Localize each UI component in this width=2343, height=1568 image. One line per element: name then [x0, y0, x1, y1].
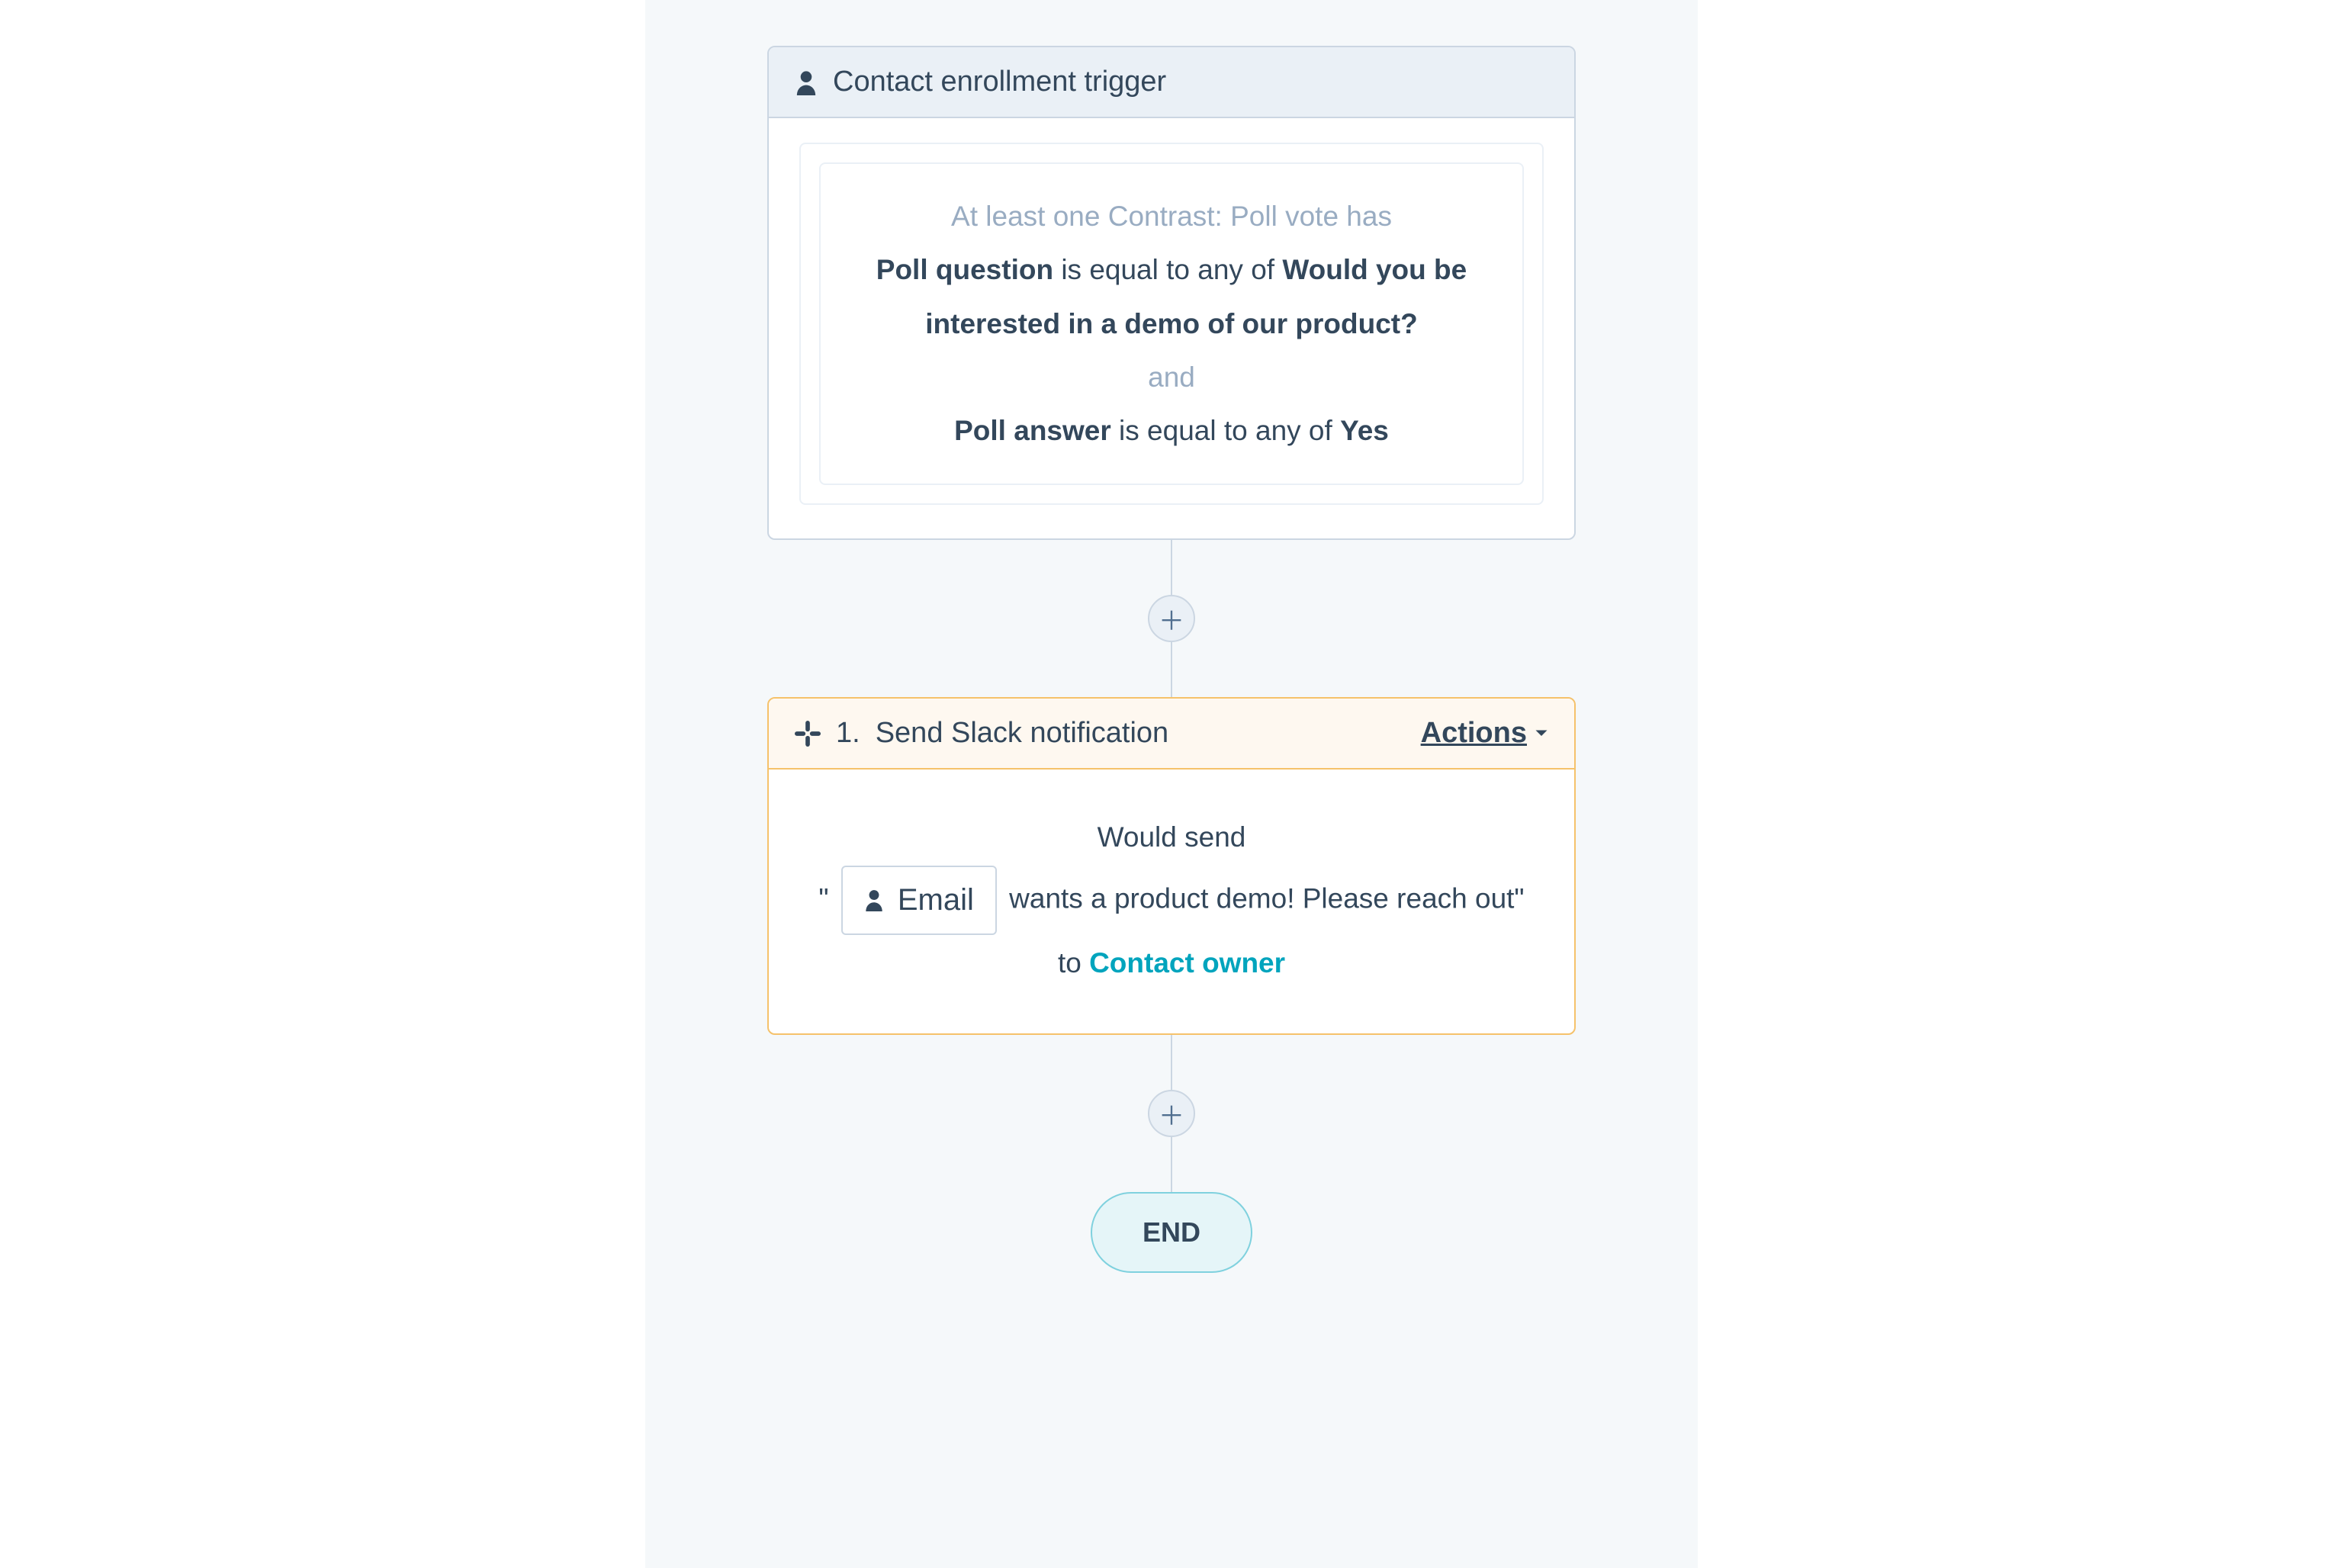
action-menu-label: Actions: [1421, 717, 1527, 750]
action-card-body: Would send " Email wants a product demo!…: [769, 770, 1574, 1033]
quote-open: ": [818, 882, 828, 914]
slack-icon: [795, 721, 821, 747]
trigger-conjunction: and: [856, 351, 1487, 404]
action-title: Send Slack notification: [876, 717, 1168, 750]
end-node: END: [1091, 1192, 1252, 1273]
message-tail: wants a product demo! Please reach out": [1009, 882, 1524, 914]
connector-line: [1171, 1137, 1172, 1192]
clause1-field: Poll question: [876, 254, 1053, 285]
clause2-op: is equal to any of: [1111, 415, 1340, 446]
token-label: Email: [898, 870, 974, 930]
action-recipient-line: to Contact owner: [799, 935, 1544, 991]
trigger-lead-text: At least one Contrast: Poll vote has: [856, 190, 1487, 243]
clause2-value: Yes: [1340, 415, 1389, 446]
action-card[interactable]: 1. Send Slack notification Actions Would…: [767, 697, 1576, 1035]
action-card-header: 1. Send Slack notification Actions: [769, 699, 1574, 770]
trigger-inner-wrap: At least one Contrast: Poll vote has Pol…: [799, 143, 1544, 505]
clause2-field: Poll answer: [954, 415, 1111, 446]
connector-line: [1171, 540, 1172, 595]
recipient-link[interactable]: Contact owner: [1089, 947, 1285, 978]
trigger-title: Contact enrollment trigger: [833, 66, 1166, 98]
connector-line: [1171, 1035, 1172, 1090]
workflow-canvas: Contact enrollment trigger At least one …: [645, 0, 1698, 1568]
clause1-op: is equal to any of: [1053, 254, 1282, 285]
contact-icon: [795, 69, 818, 95]
connector-line: [1171, 642, 1172, 697]
trigger-clause-1: Poll question is equal to any of Would y…: [856, 243, 1487, 351]
action-menu[interactable]: Actions: [1421, 717, 1548, 750]
trigger-card-body: At least one Contrast: Poll vote has Pol…: [769, 118, 1574, 538]
trigger-clause-2: Poll answer is equal to any of Yes: [856, 404, 1487, 458]
add-step-button[interactable]: ＋: [1148, 1090, 1195, 1137]
action-message-line: " Email wants a product demo! Please rea…: [799, 866, 1544, 935]
email-token[interactable]: Email: [841, 866, 997, 935]
action-index: 1.: [836, 717, 860, 750]
trigger-card-header: Contact enrollment trigger: [769, 47, 1574, 118]
caret-down-icon: [1535, 729, 1548, 738]
to-label: to: [1058, 947, 1089, 978]
trigger-card[interactable]: Contact enrollment trigger At least one …: [767, 46, 1576, 540]
action-would-send: Would send: [799, 809, 1544, 865]
contact-icon: [864, 888, 884, 911]
add-step-button[interactable]: ＋: [1148, 595, 1195, 642]
trigger-condition-box: At least one Contrast: Poll vote has Pol…: [819, 162, 1524, 485]
